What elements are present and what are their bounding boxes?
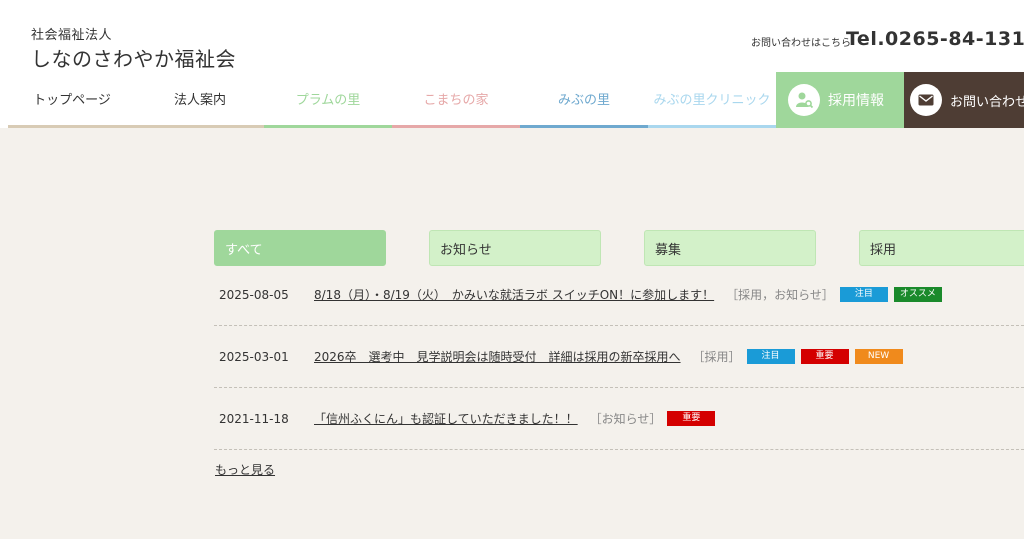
main-nav: トップページ 法人案内 プラムの里 こまちの家 みぶの里 みぶの里クリニック — [8, 72, 776, 128]
nav-item-top[interactable]: トップページ — [8, 72, 136, 128]
nav-item-plum[interactable]: プラムの里 — [264, 72, 392, 128]
contact-label: お問い合わせはこちら — [751, 38, 851, 49]
news-date: 2025-08-05 — [219, 287, 289, 302]
tab-notice[interactable]: お知らせ — [429, 230, 601, 266]
news-item: 2025-03-01 2026卒 選考中 見学説明会は随時受付 詳細は採用の新卒… — [214, 326, 1024, 388]
user-search-icon — [788, 84, 820, 116]
nav-item-about[interactable]: 法人案内 — [136, 72, 264, 128]
tab-all[interactable]: すべて — [214, 230, 386, 266]
tab-recruiting[interactable]: 募集 — [644, 230, 816, 266]
badge-important: 重要 — [667, 411, 716, 426]
nav-item-mibu-clinic[interactable]: みぶの里クリニック — [648, 72, 776, 128]
news-filter-tabs: すべて お知らせ 募集 採用 — [214, 230, 1024, 266]
news-item: 2025-08-05 8/18（月）・8/19（火） かみいな就活ラボ スイッチ… — [214, 264, 1024, 326]
news-category: ［採用，お知らせ］ — [726, 288, 834, 302]
badge-recommended: オススメ — [893, 287, 942, 302]
news-category: ［採用］ — [692, 350, 741, 364]
org-type-label: 社会福祉法人 — [31, 28, 113, 43]
news-title-link[interactable]: 8/18（月）・8/19（火） かみいな就活ラボ スイッチON！に参加します！ — [314, 286, 714, 303]
recruit-button[interactable]: 採用情報 — [776, 72, 904, 128]
nav-item-komachi[interactable]: こまちの家 — [392, 72, 520, 128]
news-title-link[interactable]: 「信州ふくにん」も認証していただきました！！ — [314, 410, 578, 427]
news-date: 2021-11-18 — [219, 411, 289, 426]
mail-icon — [910, 84, 942, 116]
recruit-button-label: 採用情報 — [828, 93, 884, 109]
site-header: 社会福祉法人 しなのさわやか福祉会 お問い合わせはこちら Tel.0265-84… — [0, 0, 1024, 128]
badge-attention: 注目 — [839, 287, 888, 302]
badge-important: 重要 — [800, 349, 849, 364]
contact-button-label: お問い合わせ — [950, 94, 1024, 110]
nav-item-mibu[interactable]: みぶの里 — [520, 72, 648, 128]
phone-number[interactable]: Tel.0265-84-1311 — [846, 28, 1024, 50]
news-category: ［お知らせ］ — [589, 412, 662, 426]
news-list: 2025-08-05 8/18（月）・8/19（火） かみいな就活ラボ スイッチ… — [214, 264, 1024, 450]
news-title-link[interactable]: 2026卒 選考中 見学説明会は随時受付 詳細は採用の新卒採用へ — [314, 348, 681, 365]
badge-attention: 注目 — [746, 349, 795, 364]
tab-hiring[interactable]: 採用 — [859, 230, 1024, 266]
contact-button[interactable]: お問い合わせ — [904, 72, 1024, 128]
news-date: 2025-03-01 — [219, 349, 289, 364]
badge-new: NEW — [854, 349, 903, 364]
news-item: 2021-11-18 「信州ふくにん」も認証していただきました！！ ［お知らせ］… — [214, 388, 1024, 450]
site-logo-name[interactable]: しなのさわやか福祉会 — [31, 43, 236, 72]
more-link[interactable]: もっと見る — [215, 461, 275, 478]
